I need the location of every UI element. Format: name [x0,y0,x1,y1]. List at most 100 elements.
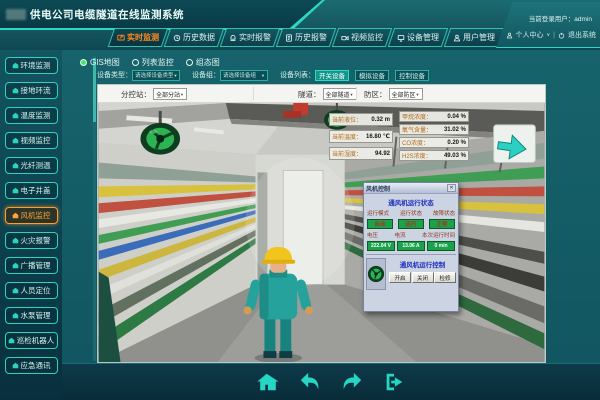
power-icon [558,32,565,39]
device-type-select[interactable]: 请选择设备类型▼ [132,70,180,81]
fan-graphic [367,262,385,286]
caret-down-icon: ▼ [174,73,178,78]
home-icon [257,371,279,393]
tab-video-monitor[interactable]: 视频监控 [332,28,393,47]
tab-history-data[interactable]: 历史数据 [164,28,225,47]
sidebar-item-fire-alarm[interactable]: 火灾报警 [5,232,58,249]
status-label-row: 运行模式 运行状态 故障状态 [364,209,458,217]
user-icon [453,34,461,42]
substation-label: 分控站： [121,89,151,100]
chevron-down-icon[interactable]: ∨ [547,32,551,38]
status-badge-row: 自动 运行 正常 [364,219,458,229]
forward-button[interactable] [341,371,363,393]
house-icon [12,262,19,269]
house-icon [12,112,19,119]
house-icon [12,312,19,319]
zone-filter: 防区： 全部防区▼ [364,87,423,101]
fan-control-dialog: 风机控制 ✕ 通风机运行状态 运行模式 运行状态 故障状态 自动 运行 正常 电… [363,182,459,312]
control-device-button[interactable]: 控制设备 [395,70,429,81]
tab-realtime-alarm[interactable]: 实时报警 [220,28,281,47]
house-icon [12,162,19,169]
sidebar-item-personnel-locate[interactable]: 人员定位 [5,282,58,299]
device-list-label: 设备列表： [280,70,315,80]
tunnel-scene [98,103,545,362]
radio-gis-map[interactable]: GIS地图 [80,57,120,68]
radio-dot [132,59,139,66]
tunnel-label: 隧道： [298,89,321,100]
view-mode-switch: GIS地图 列表监控 组态图 [80,57,220,68]
radio-scada-view[interactable]: 组态图 [186,57,220,68]
device-group-label: 设备组： [192,70,220,80]
tunnel-select[interactable]: 全部隧道▼ [323,88,357,100]
app-window: 供电公司电缆隧道在线监测系统 实时监测 历史数据 实时报警 历史报警 视频监控 … [0,0,600,400]
profile-link[interactable]: 个人中心 [516,30,544,40]
run-status-badge: 运行 [398,219,424,229]
house-icon [12,287,19,294]
title-banner: 供电公司电缆隧道在线监测系统 [0,0,322,28]
camera-icon [341,34,349,42]
sidebar: 环境监测 接地环流 温度监测 视频监控 光纤测温 电子井盖 风机监控 火灾报警 … [0,50,62,400]
current-user-label: 当前登录用户：admin [529,13,592,23]
person-icon [506,32,513,39]
sidebar-scrollbar[interactable] [93,56,96,361]
direction-arrow-sign [494,125,536,163]
substation-select[interactable]: 全部分站▼ [153,88,187,100]
dialog-titlebar[interactable]: 风机控制 ✕ [364,183,458,194]
sidebar-item-inspection-robot[interactable]: 巡检机器人 [5,332,58,349]
tab-realtime-monitor[interactable]: 实时监测 [108,28,169,47]
sidebar-item-fan-monitor[interactable]: 风机监控 [5,207,58,224]
h2s-readout: H2S浓度：49.03 % [399,150,469,161]
logout-link[interactable]: 退出系统 [568,30,596,40]
sidebar-item-emergency-comm[interactable]: 应急通讯 [5,357,58,374]
metric-value-row: 222.04 V 13.06 A 0 min [364,241,458,251]
sidebar-item-fiber-temp[interactable]: 光纤测温 [5,157,58,174]
metric-label-row: 电压 电流 本次运行时间 [364,231,458,239]
fan-start-button[interactable]: 开启 [389,272,411,283]
fan-service-button[interactable]: 检修 [434,272,456,283]
back-button[interactable] [299,371,321,393]
sidebar-item-pump-manage[interactable]: 水泵管理 [5,307,58,324]
tab-user-manage[interactable]: 用户管理 [444,28,505,47]
home-button[interactable] [257,371,279,393]
close-icon[interactable]: ✕ [447,184,456,192]
exit-icon [383,371,405,393]
exit-button[interactable] [383,371,405,393]
document-icon [285,34,293,42]
station-filter-row: 分控站： 全部分站▼ 隧道： 全部隧道▼ 防区： 全部防区▼ [98,85,545,103]
tab-device-manage[interactable]: 设备管理 [388,28,449,47]
device-group-select[interactable]: 请选择设备组▼ [220,70,268,81]
mode-status-badge: 自动 [367,219,393,229]
sidebar-item-manhole-cover[interactable]: 电子井盖 [5,182,58,199]
zone-select[interactable]: 全部防区▼ [389,88,423,100]
house-icon [12,212,19,219]
sidebar-item-video-monitor[interactable]: 视频监控 [5,132,58,149]
app-title: 供电公司电缆隧道在线监测系统 [30,7,184,22]
tunnel-3d-view[interactable]: 当前液位：0.32 m 当前温度：16.80 ℃ 当前湿度：94.92 甲烷浓度… [98,103,545,362]
filter-divider [356,87,357,100]
radio-list-monitor[interactable]: 列表监控 [132,57,174,68]
house-icon [12,87,19,94]
fan-image [366,258,386,290]
tab-history-alarm[interactable]: 历史报警 [276,28,337,47]
alarm-bell-icon [229,34,237,42]
sidebar-item-broadcast[interactable]: 广播管理 [5,257,58,274]
user-panel: 当前登录用户：admin 个人中心 ∨ | 退出系统 [496,2,600,48]
caret-down-icon: ▼ [416,92,420,97]
house-icon [12,237,19,244]
runtime-value: 0 min [427,241,455,251]
sidebar-item-env-monitor[interactable]: 环境监测 [5,57,58,74]
redacted-company-logo [6,9,26,20]
sidebar-item-temp-monitor[interactable]: 温度监测 [5,107,58,124]
switch-device-button[interactable]: 开关设备 [315,70,349,81]
level-readout: 当前液位：0.32 m [329,113,393,126]
dialog-divider [366,254,456,255]
caret-down-icon: ▼ [261,73,265,78]
fan-stop-button[interactable]: 关闭 [412,272,434,283]
analog-device-button[interactable]: 模拟设备 [355,70,389,81]
house-icon [12,362,19,369]
substation-filter: 分控站： 全部分站▼ [121,87,187,101]
sidebar-item-ground-current[interactable]: 接地环流 [5,82,58,99]
house-icon [12,137,19,144]
forward-arrow-icon [341,371,363,393]
back-arrow-icon [299,371,321,393]
